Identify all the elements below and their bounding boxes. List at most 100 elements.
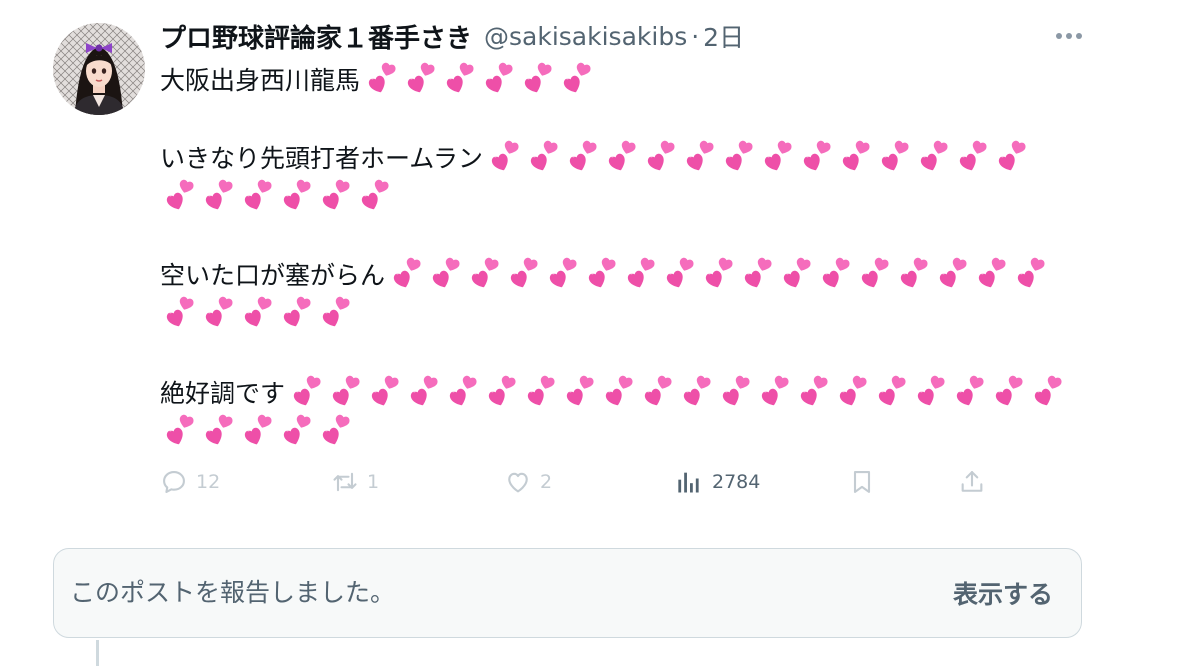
bookmark-icon [848,468,876,496]
two-hearts-icon [1028,374,1068,410]
two-hearts-icon [1011,256,1051,292]
retweet-count: 1 [367,471,380,493]
reply-icon [160,468,188,496]
two-hearts-icon [953,139,993,175]
like-button[interactable]: 2 [504,462,552,502]
thread-line [96,640,99,666]
two-hearts-icon [992,139,1032,175]
two-hearts-icon [641,139,681,175]
two-hearts-icon [316,413,356,449]
two-hearts-icon [524,139,564,175]
reply-count: 12 [196,471,221,493]
two-hearts-icon [443,374,483,410]
views-count: 2784 [712,471,761,493]
tweet-text-line [160,293,355,333]
author-handle[interactable]: @sakisakisakibs [484,22,687,51]
tweet-text-line: 大阪出身西川龍馬 [160,59,596,99]
retweet-button[interactable]: 1 [331,462,379,502]
emoji-group [485,139,1031,175]
avatar-illustration [53,23,145,115]
two-hearts-icon [440,61,480,97]
two-hearts-icon [911,374,951,410]
more-options-icon[interactable] [1052,24,1086,48]
emoji-group [362,61,596,97]
two-hearts-icon [543,256,583,292]
two-hearts-icon [199,178,239,214]
tweet-text-line: いきなり先頭打者ホームラン [160,137,1031,177]
two-hearts-icon [836,139,876,175]
two-hearts-icon [933,256,973,292]
report-message: このポストを報告しました。 [70,578,396,607]
emoji-group [160,413,355,449]
emoji-group [160,178,394,214]
two-hearts-icon [387,256,427,292]
two-hearts-icon [277,413,317,449]
two-hearts-icon [557,61,597,97]
avatar[interactable] [53,23,145,115]
tweet-page: プロ野球評論家１番手さき @sakisakisakibs · 2日 大阪出身西川… [0,0,1199,666]
two-hearts-icon [465,256,505,292]
heart-icon [504,468,532,496]
two-hearts-icon [755,374,795,410]
line-text: 空いた口が塞がらん [160,261,386,290]
two-hearts-icon [160,295,200,331]
author-name[interactable]: プロ野球評論家１番手さき [160,18,472,55]
tweet-header: プロ野球評論家１番手さき @sakisakisakibs · 2日 [160,16,744,56]
two-hearts-icon [816,256,856,292]
two-hearts-icon [602,139,642,175]
two-hearts-icon [989,374,1029,410]
two-hearts-icon [426,256,466,292]
two-hearts-icon [365,374,405,410]
tweet-text-line [160,176,394,216]
two-hearts-icon [355,178,395,214]
two-hearts-icon [238,178,278,214]
two-hearts-icon [401,61,441,97]
two-hearts-icon [638,374,678,410]
share-button[interactable] [958,462,986,502]
two-hearts-icon [238,413,278,449]
two-hearts-icon [794,374,834,410]
show-button[interactable]: 表示する [953,575,1053,611]
two-hearts-icon [894,256,934,292]
views-button[interactable]: 2784 [676,462,760,502]
two-hearts-icon [719,139,759,175]
emoji-group [287,374,1067,410]
two-hearts-icon [518,61,558,97]
two-hearts-icon [599,374,639,410]
two-hearts-icon [950,374,990,410]
two-hearts-icon [833,374,873,410]
line-text: 大阪出身西川龍馬 [160,66,361,95]
two-hearts-icon [914,139,954,175]
two-hearts-icon [485,139,525,175]
two-hearts-icon [758,139,798,175]
two-hearts-icon [160,413,200,449]
reply-button[interactable]: 12 [160,462,220,502]
analytics-icon [676,468,704,496]
report-notice: このポストを報告しました。 表示する [53,548,1082,638]
timestamp[interactable]: 2日 [703,18,744,54]
two-hearts-icon [199,413,239,449]
two-hearts-icon [479,61,519,97]
two-hearts-icon [875,139,915,175]
two-hearts-icon [287,374,327,410]
two-hearts-icon [680,139,720,175]
two-hearts-icon [699,256,739,292]
two-hearts-icon [326,374,366,410]
two-hearts-icon [404,374,444,410]
bookmark-button[interactable] [848,462,876,502]
two-hearts-icon [199,295,239,331]
two-hearts-icon [238,295,278,331]
two-hearts-icon [777,256,817,292]
two-hearts-icon [621,256,661,292]
line-text: 絶好調です [160,379,286,408]
two-hearts-icon [972,256,1012,292]
two-hearts-icon [797,139,837,175]
tweet-actions: 12 1 2 2784 [0,462,1199,502]
emoji-group [387,256,1050,292]
separator-dot: · [691,21,700,51]
tweet-text-line [160,411,355,451]
two-hearts-icon [563,139,603,175]
two-hearts-icon [855,256,895,292]
line-text: いきなり先頭打者ホームラン [160,144,484,173]
two-hearts-icon [872,374,912,410]
